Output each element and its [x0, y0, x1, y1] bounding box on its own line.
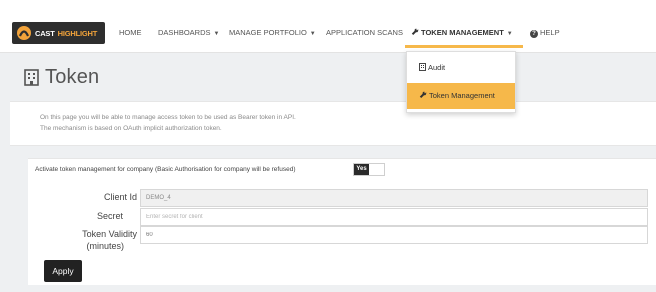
nav-token-management[interactable]: TOKEN MANAGEMENT ▼ — [411, 28, 513, 39]
client-id-label: Client Id — [103, 192, 137, 202]
dropdown-item-audit[interactable]: Audit — [407, 55, 515, 81]
help-icon: ? — [530, 30, 538, 38]
caret-down-icon: ▼ — [213, 31, 220, 37]
logo-icon — [17, 26, 31, 40]
brand-highlight: HIGHLIGHT — [57, 28, 98, 38]
wrench-icon — [411, 28, 419, 36]
nav-dashboards[interactable]: DASHBOARDS ▼ — [158, 28, 219, 39]
wrench-icon — [419, 91, 427, 99]
nav-manage-portfolio[interactable]: MANAGE PORTFOLIO ▼ — [229, 28, 316, 39]
caret-down-icon: ▼ — [506, 31, 513, 37]
intro-panel: On this page you will be able to manage … — [10, 101, 656, 146]
secret-input[interactable] — [140, 208, 648, 226]
intro-line-1: On this page you will be able to manage … — [40, 114, 296, 121]
brand-cast: CAST — [35, 28, 55, 38]
token-validity-label: Token Validity — [82, 229, 137, 239]
activate-token-toggle[interactable]: Yes — [353, 163, 385, 176]
secret-label: Secret — [96, 211, 123, 221]
nav-token-management-label: TOKEN MANAGEMENT — [421, 28, 504, 37]
nav-home[interactable]: HOME — [119, 28, 142, 38]
caret-down-icon: ▼ — [309, 31, 316, 37]
nav-manage-portfolio-label: MANAGE PORTFOLIO — [229, 28, 307, 37]
nav-help[interactable]: ? HELP — [530, 28, 560, 38]
intro-line-2: The mechanism is based on OAuth implicit… — [40, 125, 222, 132]
building-icon — [24, 69, 39, 86]
nav-help-label: HELP — [540, 28, 560, 37]
building-icon — [419, 63, 426, 71]
client-id-field: DEMO_4 — [140, 189, 648, 207]
token-management-dropdown: Audit Token Management — [406, 51, 516, 113]
page-title-text: Token — [45, 66, 100, 88]
nav-dashboards-label: DASHBOARDS — [158, 28, 211, 37]
dropdown-item-token-management-label: Token Management — [429, 91, 495, 100]
toggle-yes-label: Yes — [354, 164, 369, 175]
cast-highlight-logo[interactable]: CAST HIGHLIGHT — [12, 22, 105, 44]
token-validity-input[interactable] — [140, 226, 648, 244]
dropdown-item-token-management[interactable]: Token Management — [407, 83, 515, 109]
activate-token-label: Activate token management for company (B… — [35, 166, 296, 173]
page-title: Token — [24, 66, 99, 89]
apply-button[interactable]: Apply — [44, 260, 82, 282]
token-validity-unit-label: (minutes) — [86, 241, 124, 251]
active-nav-indicator — [405, 45, 523, 48]
dropdown-item-audit-label: Audit — [428, 63, 446, 72]
nav-application-scans[interactable]: APPLICATION SCANS — [326, 28, 403, 38]
top-navbar: CAST HIGHLIGHT HOME DASHBOARDS ▼ MANAGE P… — [0, 0, 656, 53]
